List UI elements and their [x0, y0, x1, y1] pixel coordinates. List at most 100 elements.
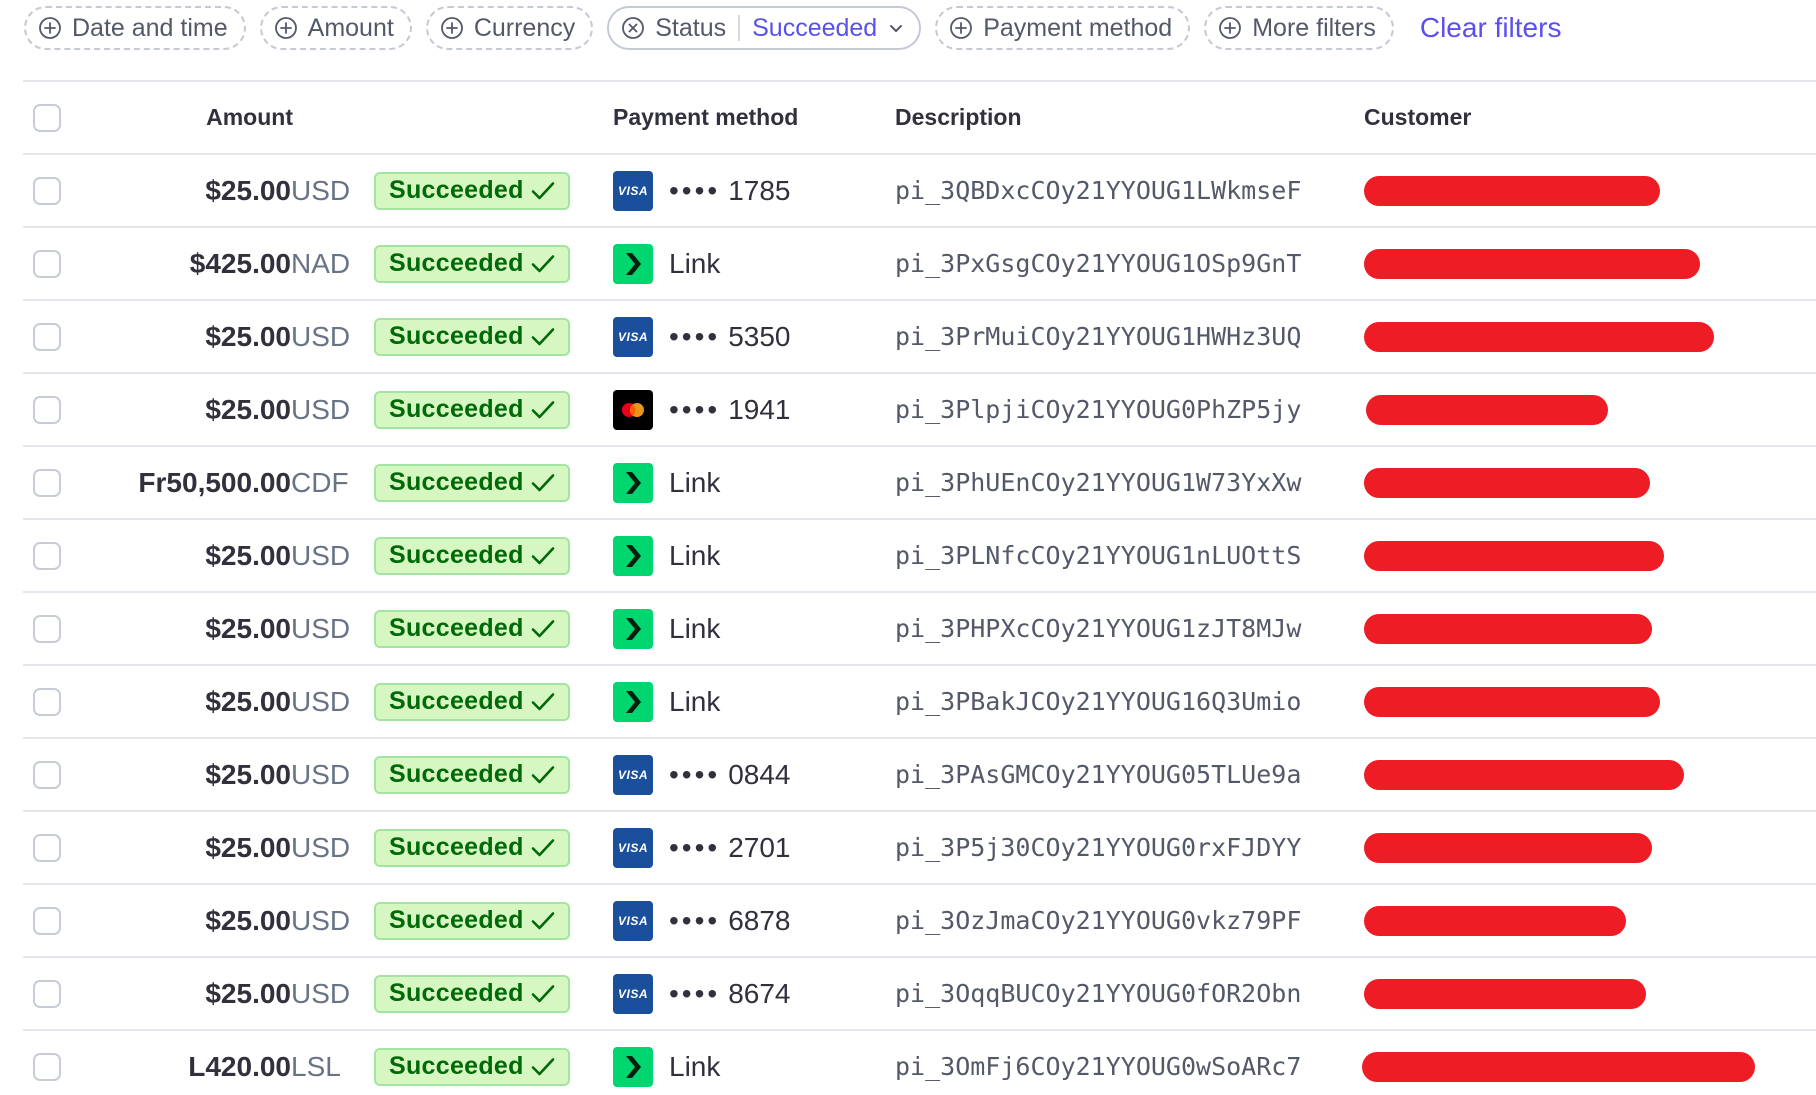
description-cell[interactable]: pi_3PBakJCOy21YYOUG16Q3Umio — [895, 666, 1301, 737]
description-cell[interactable]: pi_3P5j30COy21YYOUG0rxFJDYY — [895, 812, 1301, 883]
description-cell[interactable]: pi_3PAsGMCOy21YYOUG05TLUe9a — [895, 739, 1301, 810]
customer-cell — [1364, 520, 1664, 591]
filter-chip-status[interactable]: Status Succeeded — [607, 6, 922, 50]
filter-chip-more-filters[interactable]: More filters — [1204, 6, 1394, 50]
redacted-customer — [1364, 613, 1652, 644]
customer-cell — [1364, 301, 1714, 372]
description-cell[interactable]: pi_3QBDxcCOy21YYOUG1LWkmseF — [895, 155, 1301, 226]
description-cell[interactable]: pi_3PrMuiCOy21YYOUG1HWHz3UQ — [895, 301, 1301, 372]
row-select-cell — [33, 155, 61, 226]
amount-cell: $425.00 — [63, 228, 291, 299]
table-row[interactable]: $25.00 USD Succeeded VISA •••• 6878 pi_3O… — [23, 885, 1816, 958]
payment-method-label: Link — [669, 1050, 721, 1082]
amount-value: $25.00 — [205, 539, 291, 571]
payment-method-label: •••• 8674 — [669, 977, 791, 1009]
status-label: Succeeded — [389, 541, 524, 569]
status-cell: Succeeded — [374, 301, 570, 372]
customer-cell — [1362, 1031, 1755, 1095]
amount-cell: $25.00 — [63, 666, 291, 737]
customer-cell — [1364, 958, 1646, 1029]
description-cell[interactable]: pi_3PlpjiCOy21YYOUG0PhZP5jy — [895, 374, 1301, 445]
table-row[interactable]: $25.00 USD Succeeded VISA •••• 8674 pi_3O… — [23, 958, 1816, 1031]
row-checkbox[interactable] — [33, 176, 61, 205]
status-label: Succeeded — [389, 906, 524, 934]
column-header-payment-method[interactable]: Payment method — [613, 82, 798, 153]
payment-method-label: •••• 6878 — [669, 904, 791, 936]
table-header-row: Amount Payment method Description Custom… — [23, 82, 1816, 155]
check-icon — [531, 327, 555, 345]
description-cell[interactable]: pi_3PLNfcCOy21YYOUG1nLUOttS — [895, 520, 1301, 591]
payment-method-cell: Link — [613, 520, 720, 591]
customer-cell — [1364, 374, 1608, 445]
amount-cell: $25.00 — [63, 885, 291, 956]
filter-chip-currency[interactable]: Currency — [425, 6, 594, 50]
payment-method-cell: VISA •••• 1785 — [613, 155, 791, 226]
check-icon — [531, 181, 555, 199]
row-checkbox[interactable] — [33, 249, 61, 278]
check-icon — [531, 619, 555, 637]
description-cell[interactable]: pi_3OzJmaCOy21YYOUG0vkz79PF — [895, 885, 1301, 956]
payment-method-cell: VISA •••• 6878 — [613, 885, 791, 956]
table-row[interactable]: $25.00 USD Succeeded •••• 1941 pi_3PlpjiC… — [23, 374, 1816, 447]
table-row[interactable]: $25.00 USD Succeeded VISA •••• 2701 pi_3P… — [23, 812, 1816, 885]
row-checkbox[interactable] — [33, 468, 61, 497]
row-checkbox[interactable] — [33, 395, 61, 424]
remove-filter-icon[interactable] — [621, 16, 645, 40]
row-checkbox[interactable] — [33, 760, 61, 789]
link-logo-icon — [613, 243, 653, 284]
row-checkbox[interactable] — [33, 322, 61, 351]
description-cell[interactable]: pi_3OmFj6COy21YYOUG0wSoARc7 — [895, 1031, 1301, 1095]
row-checkbox[interactable] — [33, 541, 61, 570]
table-row[interactable]: $25.00 USD Succeeded Link pi_3PHPXcCOy21… — [23, 593, 1816, 666]
plus-circle-icon — [39, 17, 61, 39]
status-badge: Succeeded — [374, 755, 570, 794]
link-logo-icon — [613, 681, 653, 722]
table-row[interactable]: $425.00 NAD Succeeded Link pi_3PxGsgCOy2… — [23, 228, 1816, 301]
description-cell[interactable]: pi_3PhUEnCOy21YYOUG1W73YxXw — [895, 447, 1301, 518]
status-badge: Succeeded — [374, 317, 570, 356]
row-checkbox[interactable] — [33, 1052, 61, 1081]
filter-chip-amount[interactable]: Amount — [259, 6, 412, 50]
row-checkbox[interactable] — [33, 687, 61, 716]
column-header-description[interactable]: Description — [895, 82, 1022, 153]
column-header-customer[interactable]: Customer — [1364, 82, 1471, 153]
table-row[interactable]: $25.00 USD Succeeded Link pi_3PLNfcCOy21… — [23, 520, 1816, 593]
status-label: Succeeded — [389, 395, 524, 423]
payment-method-label: Link — [669, 466, 721, 498]
row-select-cell — [33, 374, 61, 445]
table-row[interactable]: $25.00 USD Succeeded VISA •••• 1785 pi_3Q… — [23, 155, 1816, 228]
filter-chip-date-and-time[interactable]: Date and time — [24, 6, 246, 50]
status-badge: Succeeded — [374, 609, 570, 648]
status-badge: Succeeded — [374, 463, 570, 502]
description-cell[interactable]: pi_3PHPXcCOy21YYOUG1zJT8MJw — [895, 593, 1301, 664]
row-checkbox[interactable] — [33, 833, 61, 862]
description-cell[interactable]: pi_3PxGsgCOy21YYOUG1OSp9GnT — [895, 228, 1301, 299]
row-checkbox[interactable] — [33, 979, 61, 1008]
table-row[interactable]: L420.00 LSL Succeeded Link pi_3OmFj6COy2… — [23, 1031, 1816, 1095]
amount-cell: L420.00 — [63, 1031, 291, 1095]
status-cell: Succeeded — [374, 228, 570, 299]
row-checkbox[interactable] — [33, 906, 61, 935]
table-row[interactable]: $25.00 USD Succeeded Link pi_3PBakJCOy21… — [23, 666, 1816, 739]
row-checkbox[interactable] — [33, 614, 61, 643]
redacted-customer — [1364, 759, 1684, 790]
status-badge: Succeeded — [374, 828, 570, 867]
currency-cell: USD — [291, 977, 351, 1009]
column-header-amount[interactable]: Amount — [63, 82, 293, 153]
redacted-customer — [1364, 248, 1700, 279]
redacted-customer — [1364, 175, 1660, 206]
select-all-checkbox[interactable] — [33, 103, 61, 132]
table-body: $25.00 USD Succeeded VISA •••• 1785 pi_3Q… — [23, 155, 1816, 1095]
check-icon — [531, 765, 555, 783]
amount-value: $425.00 — [189, 247, 291, 279]
filter-chip-label: Status — [655, 13, 727, 42]
clear-filters-link[interactable]: Clear filters — [1420, 12, 1562, 44]
table-row[interactable]: Fr50,500.00 CDF Succeeded Link pi_3PhUEn… — [23, 447, 1816, 520]
table-row[interactable]: $25.00 USD Succeeded VISA •••• 0844 pi_3P… — [23, 739, 1816, 812]
payment-method-cell: •••• 1941 — [613, 374, 791, 445]
plus-circle-icon — [274, 17, 297, 39]
payment-method-label: Link — [669, 539, 721, 571]
description-cell[interactable]: pi_3OqqBUCOy21YYOUG0fOR2Obn — [895, 958, 1301, 1029]
filter-chip-payment-method[interactable]: Payment method — [935, 6, 1191, 50]
table-row[interactable]: $25.00 USD Succeeded VISA •••• 5350 pi_3P… — [23, 301, 1816, 374]
